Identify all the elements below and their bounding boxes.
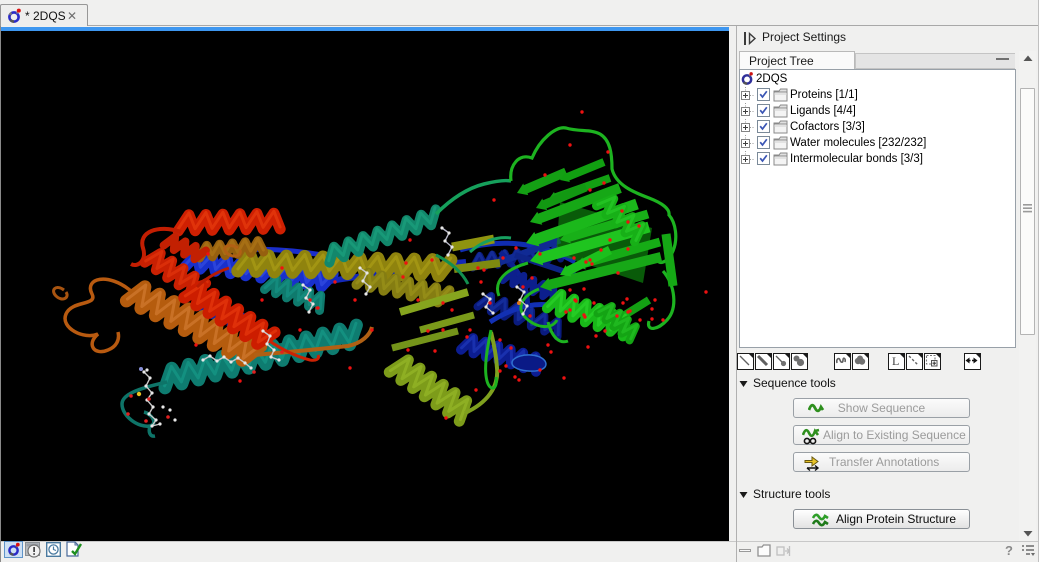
- svg-text:L: L: [892, 354, 899, 367]
